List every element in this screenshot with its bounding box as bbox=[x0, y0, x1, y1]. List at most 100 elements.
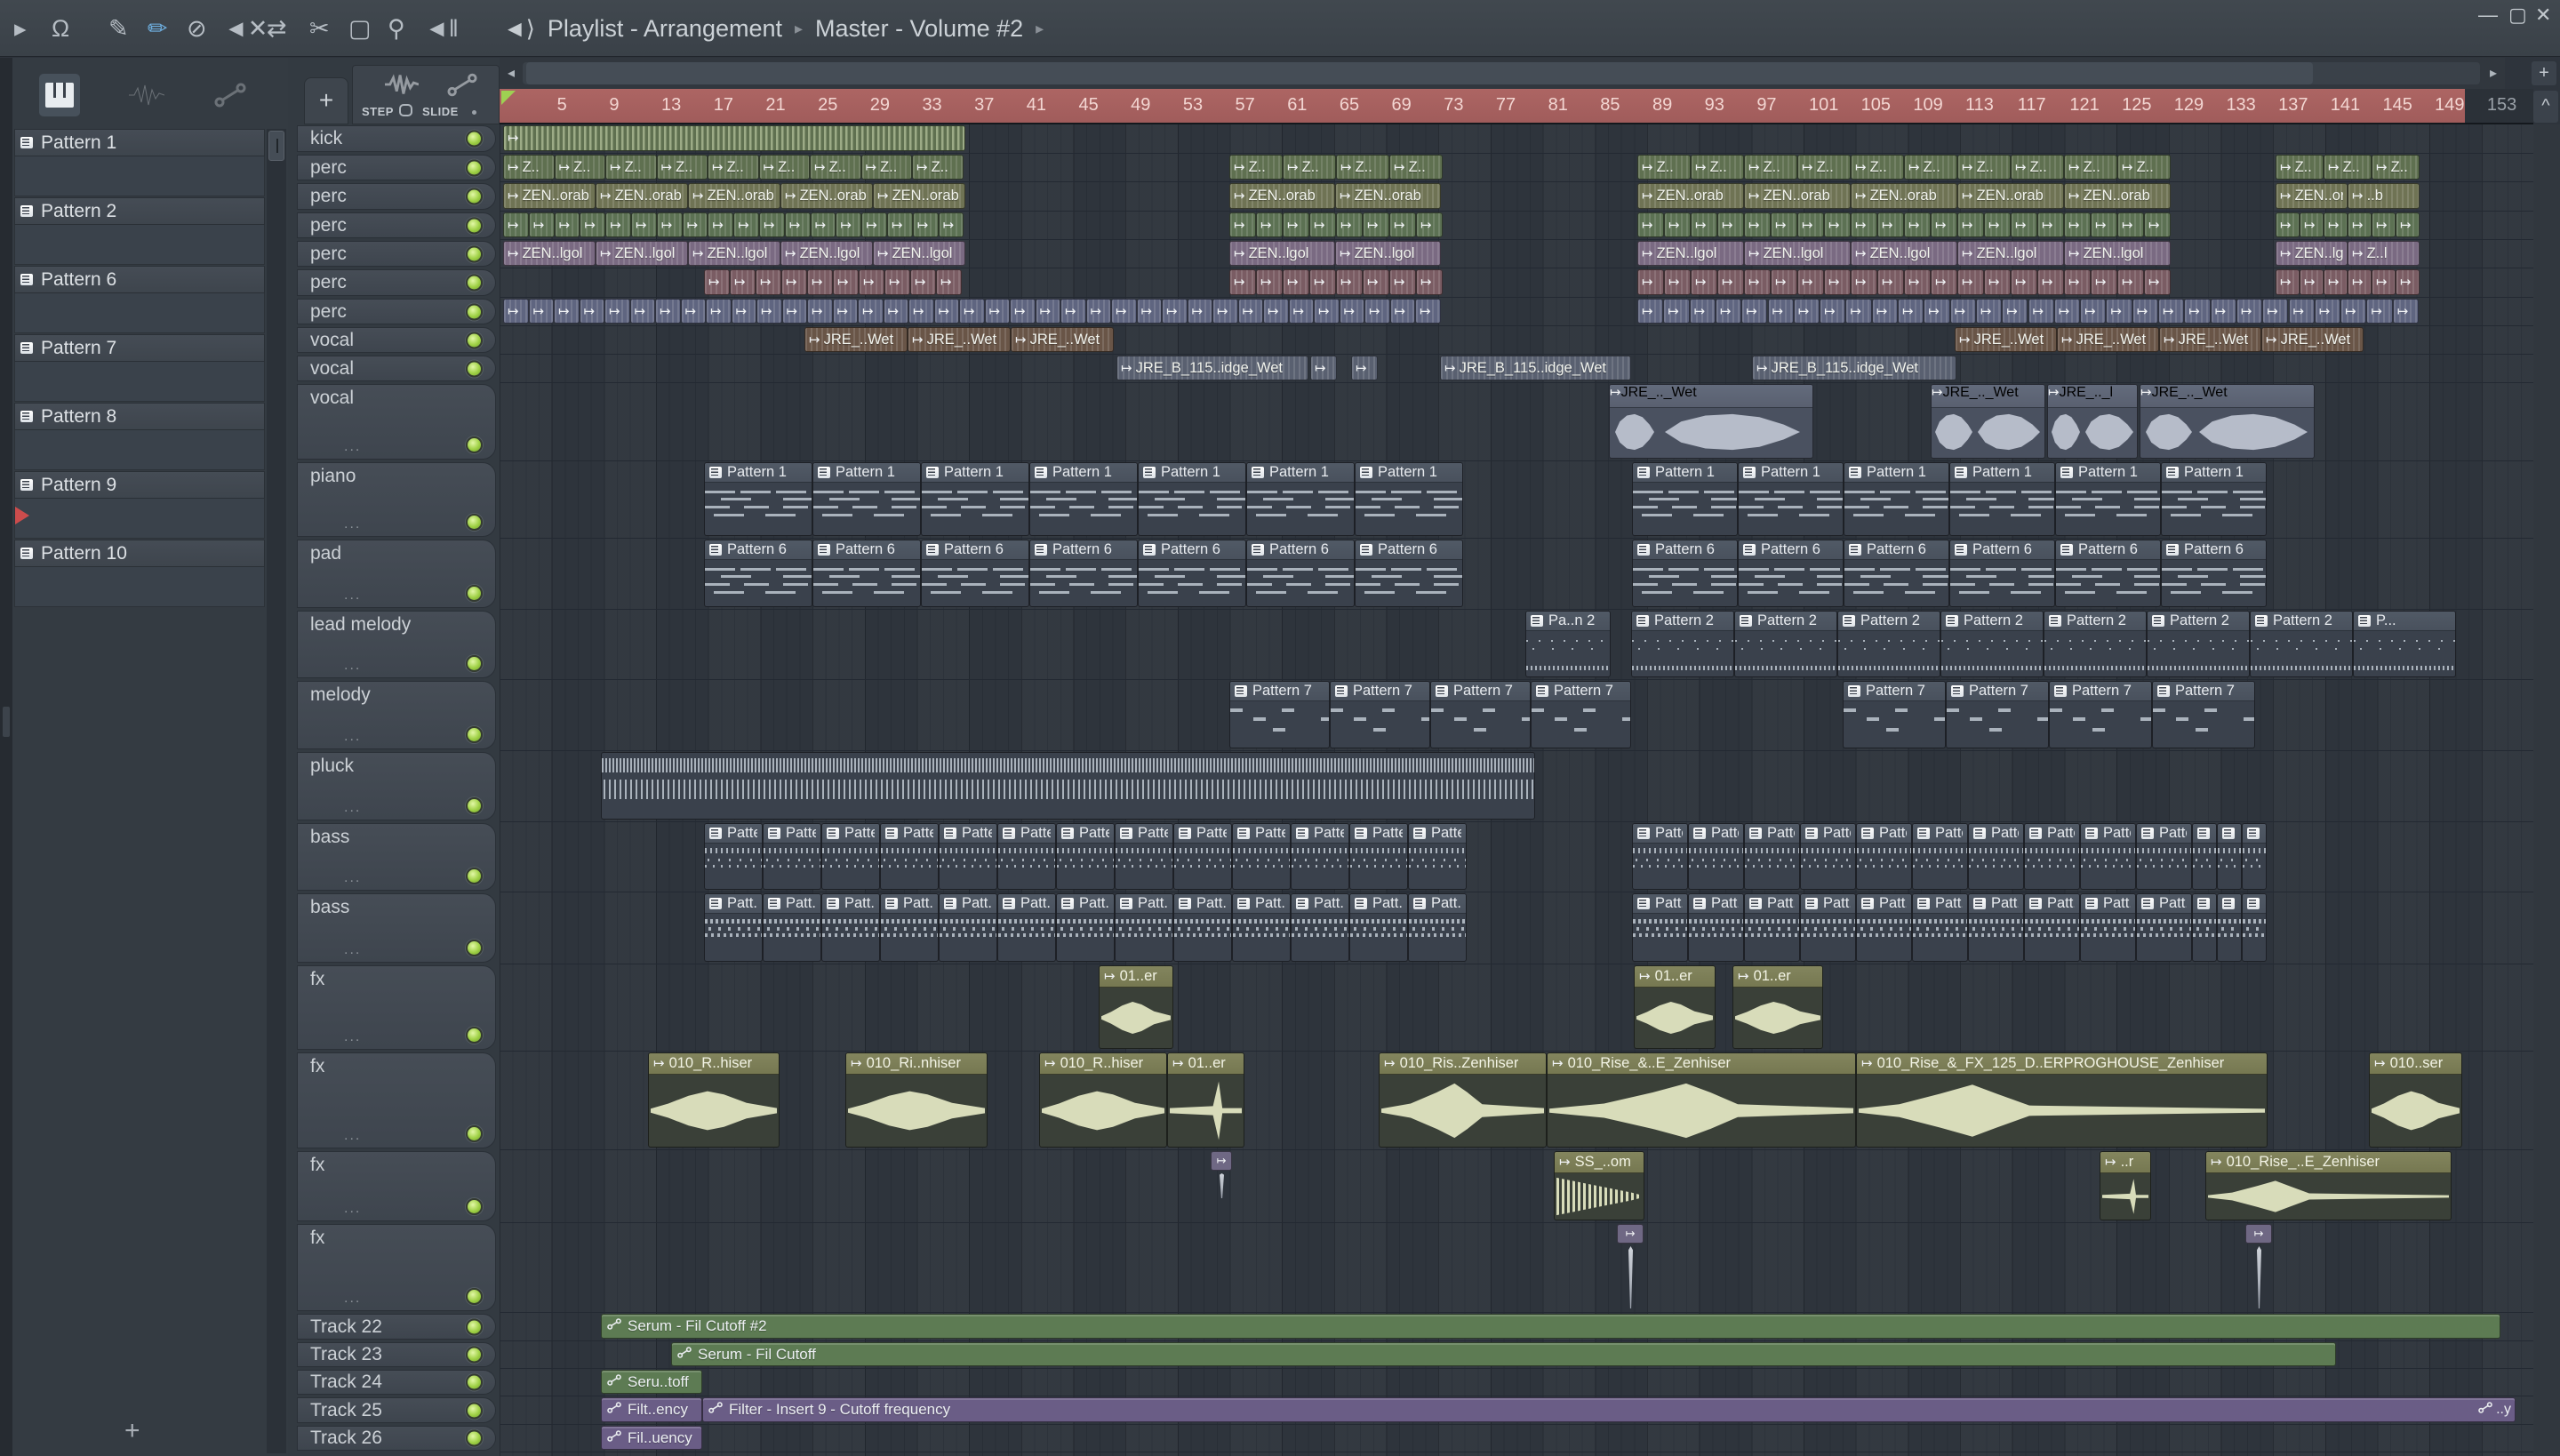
midi-clip[interactable]: Pattern 9 bbox=[704, 823, 763, 890]
audio-clip[interactable]: ↦ Z.. bbox=[2276, 155, 2324, 180]
audio-clip[interactable]: ↦ bbox=[1363, 212, 1389, 237]
audio-clip[interactable]: ↦ bbox=[832, 299, 858, 324]
audio-clip[interactable]: ↦ bbox=[1931, 212, 1957, 237]
audio-clip[interactable]: ↦ bbox=[910, 269, 936, 295]
scroll-up-button[interactable]: ^ bbox=[2533, 91, 2558, 123]
audio-clip[interactable]: ↦ JRE_..Wet bbox=[2159, 327, 2261, 352]
midi-clip[interactable]: Patt..n 10 bbox=[1349, 893, 1408, 962]
midi-clip[interactable]: Pattern 6 bbox=[1949, 540, 2055, 607]
track-header-capsule[interactable]: fx... bbox=[297, 1151, 496, 1221]
midi-clip[interactable]: Pattern 9 bbox=[1800, 823, 1856, 890]
audio-clip[interactable]: ↦ bbox=[680, 299, 706, 324]
track-header-capsule[interactable]: Track 25 bbox=[297, 1397, 496, 1423]
audio-clip[interactable]: ↦ JRE_..Wet bbox=[908, 327, 1011, 352]
midi-clip[interactable]: Patt..n 10 bbox=[763, 893, 821, 962]
audio-clip[interactable]: ↦ZEN..orab bbox=[596, 183, 688, 209]
playlist-track-row[interactable]: ↦ ZEN..orab ↦ ZEN..orab ↦ ZEN..orab ↦ ZEN..orab… bbox=[500, 182, 2533, 212]
audio-clip[interactable]: ↦ bbox=[1256, 212, 1283, 237]
audio-clip[interactable]: ↦ bbox=[1263, 299, 1289, 324]
audio-clip[interactable]: ↦ bbox=[1035, 299, 1060, 324]
audio-clip[interactable]: ↦ bbox=[1851, 269, 1877, 295]
audio-clip[interactable]: ↦ bbox=[1975, 299, 2003, 324]
audio-clip[interactable]: ↦ZEN..orab bbox=[1851, 183, 1957, 209]
midi-clip[interactable]: Pattern 6 bbox=[1246, 540, 1355, 607]
playlist-horizontal-scrollbar[interactable]: ◂ ▸ bbox=[500, 58, 2505, 89]
audio-clip[interactable]: ↦ bbox=[1363, 269, 1389, 295]
midi-clip[interactable]: Pattern 9 bbox=[880, 823, 939, 890]
audio-clip[interactable]: ↦ bbox=[1744, 269, 1771, 295]
midi-clip[interactable]: Patt..n 10 bbox=[1800, 893, 1856, 962]
midi-clip[interactable]: Pattern 9 bbox=[1632, 823, 1688, 890]
midi-clip[interactable]: Pattern 6 bbox=[2055, 540, 2161, 607]
midi-clip[interactable]: Pattern 7 bbox=[1946, 681, 2049, 748]
edge-scroll-handle[interactable] bbox=[3, 707, 10, 737]
pattern-list-scrollbar[interactable] bbox=[267, 129, 286, 1453]
playlist-track-row[interactable]: Filt..ency Filter - Insert 9 - Cutoff fre… bbox=[500, 1396, 2533, 1425]
audio-clip[interactable]: ↦ Z.. bbox=[1957, 155, 2011, 180]
playlist-track-row[interactable]: ↦ ↦ ↦ ↦ ↦ ↦ ↦ ↦ ↦ ↦ ↦ ↦ ↦ ↦ ↦ ↦ ↦ ↦ ↦ ↦ ↦ ↦ ↦ ↦ ↦ ↦ ↦ ↦ ↦ ↦ ↦ ↦ ↦ ↦ ↦ ↦ ↦ ↦ ↦ ↦… bbox=[500, 212, 2533, 240]
midi-clip[interactable] bbox=[601, 752, 1535, 820]
audio-clip[interactable]: ↦ bbox=[2158, 299, 2185, 324]
audio-clip[interactable]: ↦ bbox=[781, 299, 807, 324]
audio-clip[interactable]: ↦ bbox=[1957, 212, 1984, 237]
midi-clip[interactable]: Pattern 9 bbox=[1744, 823, 1800, 890]
midi-clip[interactable]: Patt..n 10 bbox=[704, 893, 763, 962]
pattern-preview[interactable] bbox=[14, 430, 265, 470]
audio-clip[interactable]: ↦ bbox=[1637, 299, 1664, 324]
audio-clip[interactable]: ↦ bbox=[756, 269, 781, 295]
audio-clip[interactable]: ↦ bbox=[984, 299, 1010, 324]
midi-clip[interactable]: Pattern 9 bbox=[1173, 823, 1232, 890]
track-header-capsule[interactable]: fx... bbox=[297, 1052, 496, 1148]
midi-clip[interactable]: Pattern 1 bbox=[1738, 462, 1844, 536]
audio-clip[interactable]: ↦ bbox=[833, 269, 859, 295]
track-header-capsule[interactable]: bass... bbox=[297, 893, 496, 963]
audio-clip[interactable]: ↦ bbox=[756, 299, 782, 324]
audio-clip[interactable]: ↦ bbox=[2132, 299, 2158, 324]
midi-clip[interactable]: Pattern 6 bbox=[1738, 540, 1844, 607]
audio-clip[interactable]: ↦ bbox=[2340, 299, 2367, 324]
automation-clip[interactable]: Serum - Fil Cutoff #2 bbox=[601, 1314, 2500, 1339]
vocal-audio-clip[interactable]: ↦JRE_.._l bbox=[2047, 384, 2138, 459]
audio-clip[interactable]: ↦ bbox=[579, 299, 604, 324]
audio-clip[interactable]: ↦ bbox=[908, 299, 934, 324]
midi-clip[interactable]: Patt..n 10 bbox=[1115, 893, 1173, 962]
midi-clip[interactable]: Patt..n 10 bbox=[2080, 893, 2136, 962]
slide-label[interactable]: SLIDE bbox=[422, 105, 459, 118]
audio-clip[interactable]: ↦ZEN..orab bbox=[688, 183, 780, 209]
audio-clip[interactable]: ↦ bbox=[858, 299, 884, 324]
midi-clip[interactable]: Patt..n 10 bbox=[1408, 893, 1467, 962]
track-header-bass[interactable]: bass... bbox=[288, 822, 500, 892]
midi-clip[interactable]: Patt..n 10 bbox=[997, 893, 1056, 962]
track-header-capsule[interactable]: piano... bbox=[297, 462, 496, 537]
midi-clip[interactable]: Pattern 9 bbox=[1349, 823, 1408, 890]
mini-audio-clip[interactable]: ↦ bbox=[2245, 1224, 2272, 1308]
track-header-capsule[interactable]: Track 26 bbox=[297, 1426, 496, 1451]
track-header-piano[interactable]: piano... bbox=[288, 461, 500, 539]
midi-clip[interactable]: Pattern 7 bbox=[1843, 681, 1946, 748]
track-mute-led[interactable] bbox=[466, 1288, 483, 1305]
playlist-track-row[interactable]: ↦ bbox=[500, 124, 2533, 154]
track-header-capsule[interactable]: kick bbox=[297, 125, 496, 152]
audio-clip[interactable]: ↦ JRE_B_115..idge_Wet bbox=[1116, 356, 1308, 380]
audio-clip[interactable]: ↦ bbox=[836, 212, 862, 237]
audio-clip[interactable]: ↦ bbox=[936, 269, 962, 295]
midi-clip[interactable]: Pattern 1 bbox=[1138, 462, 1246, 536]
audio-clip[interactable]: ↦ Z.. bbox=[912, 155, 964, 180]
track-header-track-23[interactable]: Track 23 bbox=[288, 1341, 500, 1369]
audio-clip[interactable]: ↦ bbox=[1664, 212, 1691, 237]
midi-clip[interactable]: Pattern 1 bbox=[921, 462, 1029, 536]
track-header-fx[interactable]: fx... bbox=[288, 1223, 500, 1313]
audio-clip[interactable]: ↦ bbox=[1691, 212, 1717, 237]
audio-clip[interactable]: ↦ bbox=[2144, 269, 2171, 295]
audio-clip[interactable]: ↦ bbox=[1767, 299, 1794, 324]
midi-clip[interactable]: Pattern 2 bbox=[2044, 611, 2147, 677]
audio-clip[interactable]: ↦ bbox=[2236, 299, 2263, 324]
audio-clip[interactable]: ↦ bbox=[933, 299, 959, 324]
add-arrangement-tab[interactable]: + bbox=[304, 77, 348, 124]
audio-clip[interactable]: ↦ bbox=[1136, 299, 1162, 324]
audio-clip[interactable]: ↦ bbox=[1717, 269, 1744, 295]
track-header-capsule[interactable]: fx... bbox=[297, 965, 496, 1050]
vocal-audio-clip[interactable]: ↦JRE_.._Wet bbox=[1609, 384, 1813, 459]
audio-clip[interactable]: ↦ZEN..lgol bbox=[503, 241, 596, 266]
audio-clip[interactable]: ↦ bbox=[1851, 212, 1877, 237]
